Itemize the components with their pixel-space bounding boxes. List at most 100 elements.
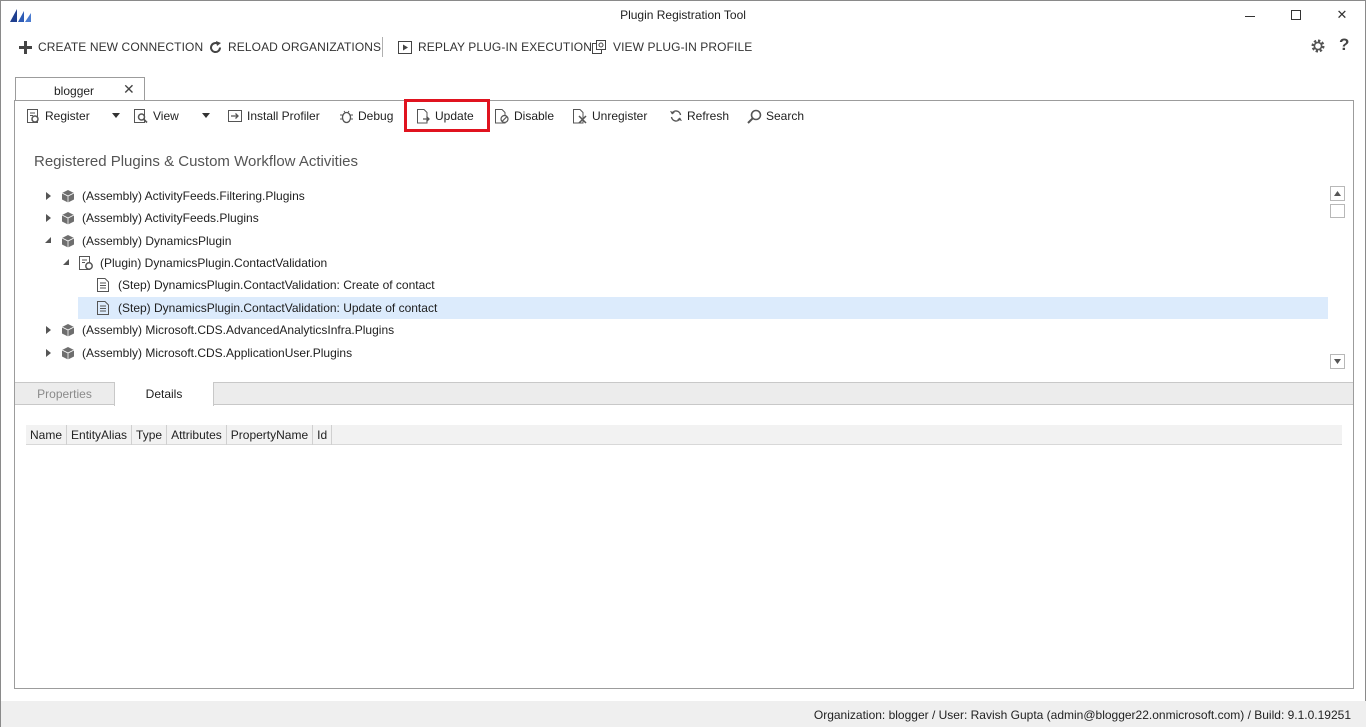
reload-icon [210,40,222,53]
refresh-label: Refresh [687,109,730,123]
install-profiler-icon [228,110,242,122]
assembly-icon [61,235,75,248]
tree-item-assembly[interactable]: (Assembly) DynamicsPlugin [15,230,1328,252]
tree-item-assembly[interactable]: (Assembly) Microsoft.CDS.ApplicationUser… [15,342,1328,364]
help-icon[interactable]: ? [1339,35,1349,55]
column-header-name[interactable]: Name [26,425,68,445]
register-dropdown-icon[interactable] [112,113,120,118]
window-title: Plugin Registration Tool [620,8,746,22]
refresh-icon [670,110,682,122]
debug-button[interactable]: Debug [339,107,393,125]
tree-item-assembly[interactable]: (Assembly) Microsoft.CDS.AdvancedAnalyti… [15,319,1328,341]
section-title: Registered Plugins & Custom Workflow Act… [34,153,359,170]
view-icon [134,108,148,123]
close-button[interactable]: ✕ [1319,1,1365,29]
status-text: Organization: blogger / User: Ravish Gup… [813,708,1351,722]
plugin-icon [79,256,93,270]
tree-item-label: (Step) DynamicsPlugin.ContactValidation:… [118,278,435,292]
column-header-type[interactable]: Type [132,425,168,445]
collapse-arrow-icon[interactable] [45,237,51,243]
assembly-icon [61,324,75,337]
command-bar: CREATE NEW CONNECTION RELOAD ORGANIZATIO… [1,31,1365,63]
view-button[interactable]: View [134,107,179,125]
column-header-entityalias[interactable]: EntityAlias [67,425,133,445]
column-header-attributes[interactable]: Attributes [167,425,227,445]
plus-icon [19,40,32,54]
title-bar: Plugin Registration Tool ✕ [1,1,1365,29]
update-highlight-box [404,99,490,132]
search-icon [747,109,762,124]
connection-tab-label: blogger [54,84,95,98]
expand-arrow-icon[interactable] [46,214,51,222]
view-label: View [153,109,179,123]
replay-execution-label: REPLAY PLUG-IN EXECUTION [418,40,592,54]
reload-organizations-button[interactable]: RELOAD ORGANIZATIONS [209,38,381,56]
tree-item-label: (Assembly) DynamicsPlugin [82,234,232,248]
scroll-up-icon [1334,191,1341,196]
tree-item-step-selected[interactable]: (Step) DynamicsPlugin.ContactValidation:… [78,297,1328,319]
tree-item-label: (Assembly) Microsoft.CDS.ApplicationUser… [82,346,353,360]
install-profiler-label: Install Profiler [247,109,320,123]
reload-organizations-label: RELOAD ORGANIZATIONS [228,40,382,54]
close-icon: ✕ [1336,7,1348,22]
tree-scrollbar[interactable] [1329,186,1346,370]
maximize-button[interactable] [1273,1,1319,29]
unregister-label: Unregister [592,109,648,123]
register-button[interactable]: Register [26,107,90,125]
replay-execution-button[interactable]: REPLAY PLUG-IN EXECUTION [398,38,592,56]
tab-properties[interactable]: Properties [15,382,114,405]
maximize-icon [1291,10,1301,20]
tab-details[interactable]: Details [114,382,214,406]
replay-icon [398,40,412,54]
view-dropdown-icon[interactable] [202,113,210,118]
debug-icon [340,110,353,123]
collapse-arrow-icon[interactable] [63,259,69,265]
command-separator [382,37,383,57]
search-label: Search [766,109,805,123]
connection-tab[interactable]: blogger ✕ [15,77,145,101]
disable-button[interactable]: Disable [495,107,554,125]
search-button[interactable]: Search [747,107,804,125]
step-icon [97,278,109,292]
tree-item-assembly[interactable]: (Assembly) ActivityFeeds.Plugins [15,207,1328,229]
step-icon [97,301,109,315]
connection-tab-close-icon[interactable]: ✕ [123,81,135,98]
tree-item-assembly[interactable]: (Assembly) ActivityFeeds.Filtering.Plugi… [15,185,1328,207]
assembly-icon [61,347,75,360]
scroll-down-button[interactable] [1330,354,1345,369]
tree-item-label: (Assembly) ActivityFeeds.Filtering.Plugi… [82,189,305,203]
profile-icon [592,40,606,54]
app-window: Plugin Registration Tool ✕ CREATE NEW CO… [0,0,1366,727]
create-connection-button[interactable]: CREATE NEW CONNECTION [19,38,203,56]
tree-item-step[interactable]: (Step) DynamicsPlugin.ContactValidation:… [15,274,1328,296]
tree-item-label: (Assembly) ActivityFeeds.Plugins [82,211,259,225]
debug-label: Debug [358,109,394,123]
scroll-thumb[interactable] [1330,204,1345,218]
tree-item-label: (Assembly) Microsoft.CDS.AdvancedAnalyti… [82,323,395,337]
column-header-id[interactable]: Id [313,425,333,445]
refresh-button[interactable]: Refresh [669,107,729,125]
register-label: Register [45,109,90,123]
install-profiler-button[interactable]: Install Profiler [228,107,320,125]
plugin-tree: (Assembly) ActivityFeeds.Filtering.Plugi… [15,185,1328,379]
details-grid-header: Name EntityAlias Type Attributes Propert… [26,425,1342,445]
tree-item-label: (Step) DynamicsPlugin.ContactValidation:… [118,301,438,315]
expand-arrow-icon[interactable] [46,326,51,334]
disable-label: Disable [514,109,555,123]
status-bar: Organization: blogger / User: Ravish Gup… [1,701,1366,727]
scroll-down-icon [1334,359,1341,364]
assembly-icon [61,190,75,203]
expand-arrow-icon[interactable] [46,349,51,357]
unregister-button[interactable]: Unregister [573,107,647,125]
view-profile-label: VIEW PLUG-IN PROFILE [613,40,753,54]
view-profile-button[interactable]: VIEW PLUG-IN PROFILE [592,38,752,56]
column-header-propertyname[interactable]: PropertyName [227,425,314,445]
disable-icon [495,108,509,123]
expand-arrow-icon[interactable] [46,192,51,200]
settings-gear-icon[interactable] [1310,38,1326,54]
minimize-icon [1245,15,1255,17]
scroll-up-button[interactable] [1330,186,1345,201]
tree-item-plugin[interactable]: (Plugin) DynamicsPlugin.ContactValidatio… [15,252,1328,274]
minimize-button[interactable] [1227,1,1273,29]
unregister-icon [573,108,587,124]
